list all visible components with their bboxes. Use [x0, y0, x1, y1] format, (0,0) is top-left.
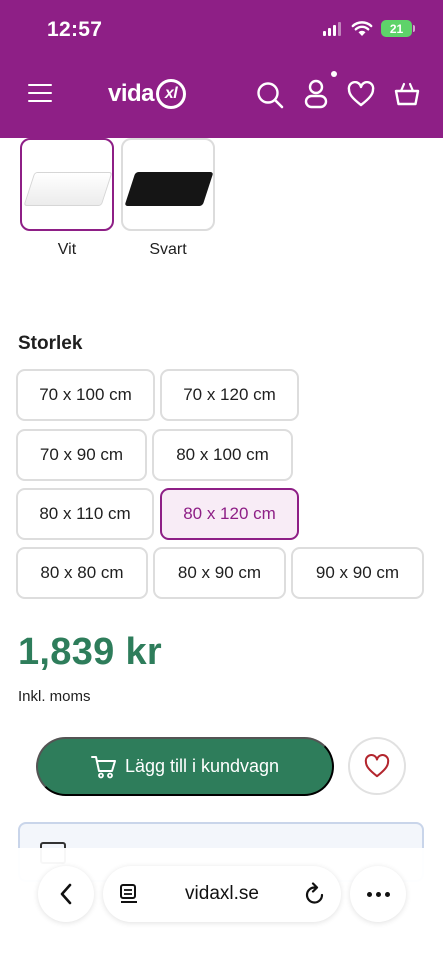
shower-tray-white-image — [23, 172, 112, 206]
logo-mark: xl — [156, 79, 187, 109]
vidaxl-logo[interactable]: vida xl — [108, 76, 187, 112]
more-icon-dot — [384, 891, 390, 897]
size-option-80x100[interactable]: 80 x 100 cm — [152, 429, 293, 481]
more-button[interactable] — [350, 866, 406, 922]
search-icon[interactable] — [256, 81, 284, 109]
color-swatch-black[interactable] — [121, 138, 215, 231]
heart-icon — [364, 754, 390, 778]
more-icon-dot — [375, 891, 381, 897]
back-button[interactable] — [38, 866, 94, 922]
size-option-80x90[interactable]: 80 x 90 cm — [153, 547, 286, 599]
size-option-70x100[interactable]: 70 x 100 cm — [16, 369, 155, 421]
size-option-80x120[interactable]: 80 x 120 cm — [160, 488, 299, 540]
product-price: 1,839 kr — [18, 631, 162, 673]
cart-icon — [90, 755, 116, 778]
app-header: 12:57 21 vida xl — [0, 0, 443, 138]
wifi-icon — [351, 21, 373, 36]
notification-dot — [331, 71, 337, 77]
vat-note: Inkl. moms — [18, 688, 91, 705]
battery-cap — [413, 25, 415, 32]
add-to-cart-button[interactable]: Lägg till i kundvagn — [36, 737, 334, 796]
status-time: 12:57 — [47, 18, 103, 41]
add-to-cart-label: Lägg till i kundvagn — [124, 756, 280, 776]
wishlist-button[interactable] — [348, 737, 406, 795]
user-icon[interactable] — [304, 79, 328, 109]
battery-icon: 21 — [381, 20, 412, 37]
size-option-70x120[interactable]: 70 x 120 cm — [160, 369, 299, 421]
color-swatch-white[interactable] — [20, 138, 114, 231]
battery-level: 21 — [389, 21, 404, 36]
more-icon-dot — [366, 891, 372, 897]
size-option-80x80[interactable]: 80 x 80 cm — [16, 547, 148, 599]
signal-icon — [323, 22, 341, 36]
size-option-70x90[interactable]: 70 x 90 cm — [16, 429, 147, 481]
address-bar[interactable]: vidaxl.se — [103, 866, 341, 922]
size-option-90x90[interactable]: 90 x 90 cm — [291, 547, 424, 599]
color-label-black: Svart — [149, 241, 187, 258]
basket-icon[interactable] — [394, 81, 420, 107]
heart-icon[interactable] — [347, 81, 375, 107]
color-label-white: Vit — [57, 241, 77, 258]
back-icon — [60, 883, 72, 905]
logo-text: vida — [108, 80, 155, 107]
shower-tray-black-image — [124, 172, 213, 206]
size-title: Storlek — [18, 333, 83, 354]
size-option-80x110[interactable]: 80 x 110 cm — [16, 488, 154, 540]
reload-icon[interactable] — [304, 882, 326, 906]
menu-icon[interactable] — [28, 84, 52, 102]
